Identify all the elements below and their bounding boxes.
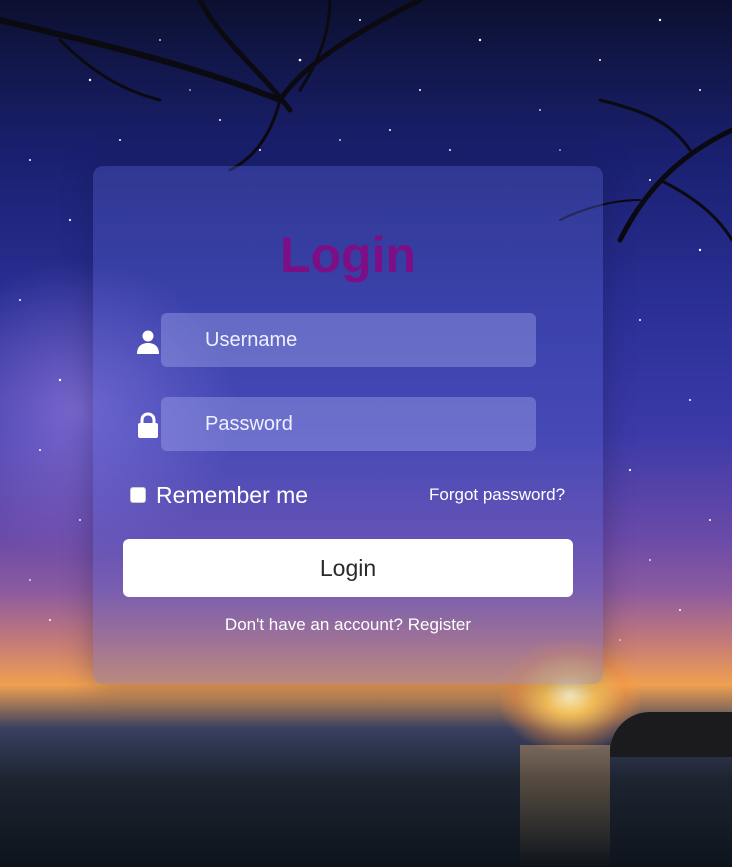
island-silhouette [610, 712, 732, 757]
forgot-password-link[interactable]: Forgot password? [429, 485, 565, 505]
register-prompt-text: Don't have an account? [224, 615, 404, 634]
remember-label: Remember me [156, 481, 309, 508]
remember-checkbox[interactable] [130, 487, 146, 503]
background-scene: Login Remember me Forgot password? Login… [0, 0, 732, 867]
username-row [134, 313, 536, 367]
lock-icon [134, 411, 162, 439]
password-row [134, 397, 536, 451]
remember-me[interactable]: Remember me [129, 481, 308, 509]
password-input[interactable] [161, 397, 536, 451]
user-icon [134, 327, 162, 355]
login-title: Login [279, 227, 417, 283]
register-link[interactable]: Register [408, 615, 471, 634]
register-prompt: Don't have an account? Register [93, 615, 603, 635]
username-input[interactable] [161, 313, 536, 367]
login-button[interactable]: Login [123, 539, 573, 597]
sea-reflection [520, 745, 610, 867]
